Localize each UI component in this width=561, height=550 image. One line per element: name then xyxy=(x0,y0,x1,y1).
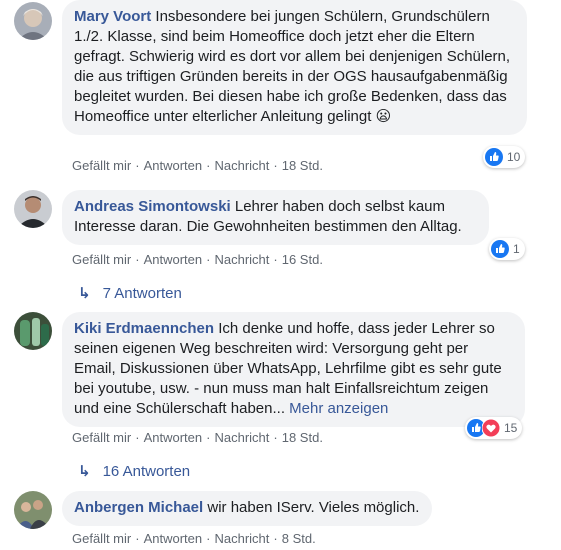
comment-author[interactable]: Mary Voort xyxy=(74,8,151,25)
reply-link[interactable]: Antworten xyxy=(144,430,203,445)
comment-bubble: Mary Voort Insbesondere bei jungen Schül… xyxy=(62,0,527,135)
avatar[interactable] xyxy=(14,312,52,350)
comment-time[interactable]: 8 Std. xyxy=(282,531,316,546)
reaction-count: 15 xyxy=(504,421,518,435)
reaction-summary[interactable]: 15 xyxy=(465,417,523,439)
reply-arrow-icon: ↳ xyxy=(78,463,91,480)
show-more-link[interactable]: Mehr anzeigen xyxy=(289,400,388,417)
message-link[interactable]: Nachricht xyxy=(214,430,269,445)
message-link[interactable]: Nachricht xyxy=(214,531,269,546)
like-link[interactable]: Gefällt mir xyxy=(72,430,131,445)
reply-link[interactable]: Antworten xyxy=(144,158,203,173)
comment-bubble: Anbergen Michael wir haben IServ. Vieles… xyxy=(62,491,432,526)
reply-arrow-icon: ↳ xyxy=(78,285,91,302)
reply-link[interactable]: Antworten xyxy=(144,252,203,267)
avatar[interactable] xyxy=(14,2,52,40)
avatar[interactable] xyxy=(14,491,52,529)
comment-author[interactable]: Kiki Erdmaennchen xyxy=(74,320,214,337)
love-reaction-icon xyxy=(481,418,501,438)
reaction-count: 1 xyxy=(513,242,520,256)
comment-actions: Gefällt mir · Antworten · Nachricht · 18 Std. xyxy=(72,430,323,445)
view-replies-link[interactable]: ↳ 16 Antworten xyxy=(78,462,190,480)
comment-text: Insbesondere bei jungen Schülern, Grunds… xyxy=(74,8,511,125)
message-link[interactable]: Nachricht xyxy=(214,252,269,267)
comment-actions: Gefällt mir · Antworten · Nachricht · 18 Std. xyxy=(72,158,323,173)
avatar-image xyxy=(14,190,52,228)
message-link[interactable]: Nachricht xyxy=(214,158,269,173)
like-link[interactable]: Gefällt mir xyxy=(72,252,131,267)
comment-time[interactable]: 18 Std. xyxy=(282,430,323,445)
comment-time[interactable]: 16 Std. xyxy=(282,252,323,267)
replies-count: 7 Antworten xyxy=(102,285,182,302)
avatar-image xyxy=(14,2,52,40)
like-link[interactable]: Gefällt mir xyxy=(72,531,131,546)
comment-author[interactable]: Andreas Simontowski xyxy=(74,198,231,215)
avatar-image xyxy=(14,312,52,350)
avatar-image xyxy=(14,491,52,529)
comment-text: wir haben IServ. Vieles möglich. xyxy=(207,499,420,516)
replies-count: 16 Antworten xyxy=(102,463,191,480)
reaction-count: 10 xyxy=(507,150,521,164)
like-reaction-icon xyxy=(485,148,503,166)
like-link[interactable]: Gefällt mir xyxy=(72,158,131,173)
like-reaction-icon xyxy=(491,240,509,258)
view-replies-link[interactable]: ↳ 7 Antworten xyxy=(78,284,182,302)
comment-author[interactable]: Anbergen Michael xyxy=(74,499,203,516)
comment-time[interactable]: 18 Std. xyxy=(282,158,323,173)
reaction-summary[interactable]: 1 xyxy=(489,238,525,260)
reply-link[interactable]: Antworten xyxy=(144,531,203,546)
comment-bubble: Kiki Erdmaennchen Ich denke und hoffe, d… xyxy=(62,312,525,427)
comment-actions: Gefällt mir · Antworten · Nachricht · 8 Std. xyxy=(72,531,316,546)
comment-bubble: Andreas Simontowski Lehrer haben doch se… xyxy=(62,190,489,245)
avatar[interactable] xyxy=(14,190,52,228)
reaction-summary[interactable]: 10 xyxy=(483,146,526,168)
comment-actions: Gefällt mir · Antworten · Nachricht · 16 Std. xyxy=(72,252,323,267)
